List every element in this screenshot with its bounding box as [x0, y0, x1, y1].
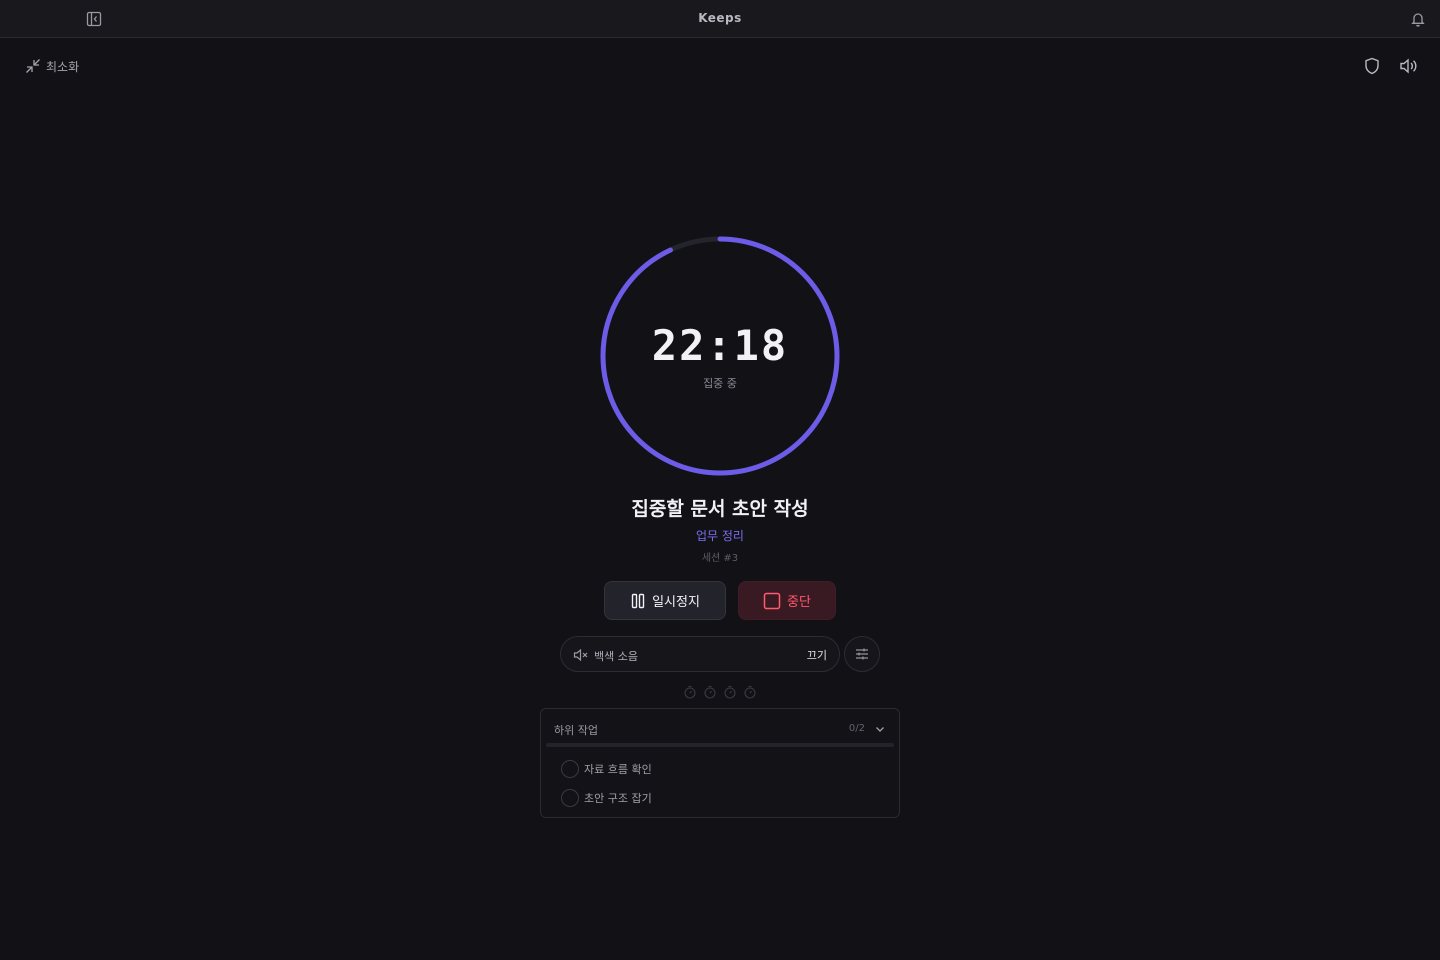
subtask-label: 초안 구조 잡기 — [584, 792, 652, 805]
timer-icon — [744, 685, 756, 699]
subtask-panel-title: 하위 작업 — [554, 724, 598, 737]
mute-icon — [573, 648, 588, 662]
ambient-sound-selector[interactable]: 백색 소음 끄기 — [560, 636, 840, 672]
pause-icon — [631, 593, 645, 608]
timer-icon — [684, 685, 696, 699]
subtask-panel: 하위 작업 0/2 자료 흐름 확인 초안 구조 잡기 — [540, 708, 900, 818]
subtask-label: 자료 흐름 확인 — [584, 763, 652, 776]
subtask-progress-bar — [546, 743, 894, 747]
chevron-down-icon[interactable] — [873, 722, 887, 736]
pause-button[interactable]: 일시정지 — [604, 581, 726, 620]
minimize-label: 최소화 — [46, 59, 80, 74]
minimize-button[interactable]: 최소화 — [24, 56, 79, 76]
ambient-sound-label: 백색 소음 — [594, 650, 638, 663]
subtask-item[interactable]: 자료 흐름 확인 — [561, 759, 652, 779]
subtask-count: 0/2 — [848, 723, 865, 734]
stop-label: 중단 — [787, 595, 811, 610]
timer-status: 집중 중 — [703, 377, 737, 390]
shield-icon[interactable] — [1362, 56, 1382, 76]
minimize-icon — [26, 59, 40, 73]
subtask-item[interactable]: 초안 구조 잡기 — [561, 788, 652, 808]
timer-countdown: 22:18 — [651, 321, 789, 370]
sound-settings-button[interactable] — [844, 636, 880, 672]
session-label: 세션 #3 — [701, 553, 739, 564]
session-progress-dots — [683, 685, 757, 699]
stop-button[interactable]: 중단 — [738, 581, 836, 620]
volume-icon[interactable] — [1398, 56, 1418, 76]
notification-bell-icon[interactable] — [1408, 9, 1428, 29]
task-category[interactable]: 업무 정리 — [0, 527, 1440, 544]
pause-label: 일시정지 — [652, 595, 700, 610]
app-title: Keeps — [698, 11, 742, 25]
stop-icon — [763, 592, 781, 609]
subtask-checkbox[interactable] — [561, 789, 579, 807]
timer-icon — [704, 685, 716, 699]
title-bar: Keeps — [0, 0, 1440, 38]
subtask-checkbox[interactable] — [561, 760, 579, 778]
sliders-icon — [856, 648, 868, 660]
ambient-sound-off-toggle[interactable]: 끄기 — [807, 647, 827, 663]
timer-ring: 22:18 집중 중 — [599, 235, 841, 477]
timer-icon — [724, 685, 736, 699]
task-title: 집중할 문서 초안 작성 — [631, 498, 809, 520]
